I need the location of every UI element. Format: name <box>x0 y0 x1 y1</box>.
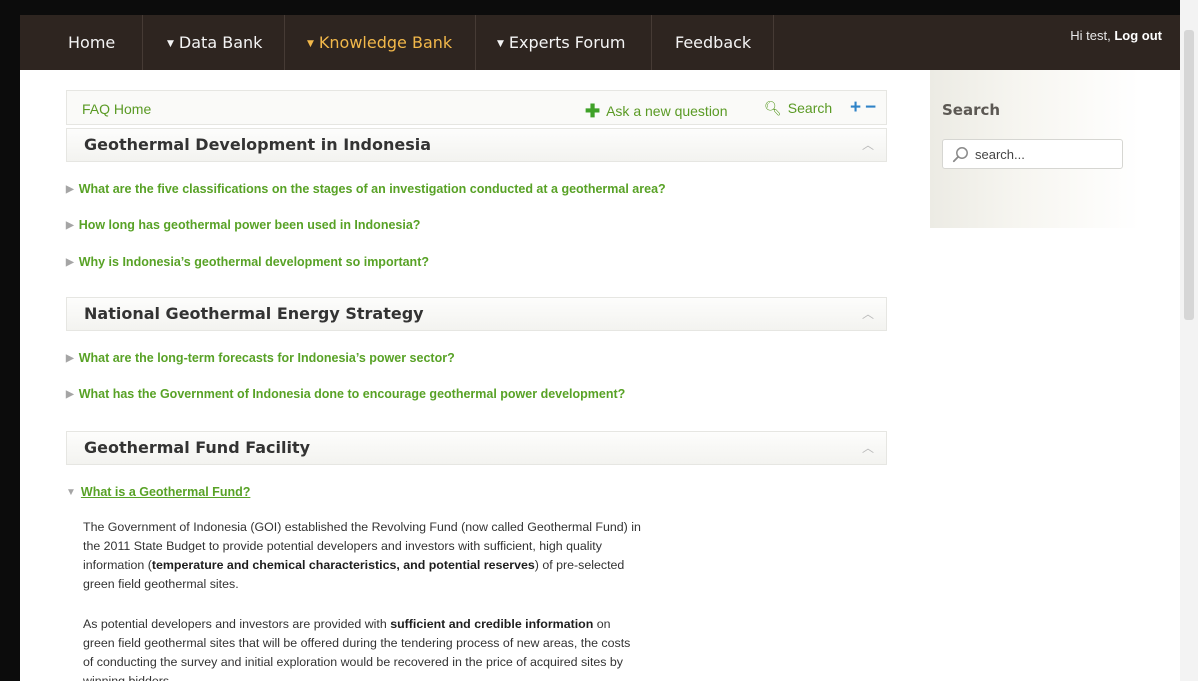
chevron-up-icon[interactable]: ︿ <box>862 305 874 322</box>
user-box: Hi test, Log out <box>1070 28 1162 43</box>
nav-divider <box>284 15 285 70</box>
add-icon: ✚ <box>585 101 601 121</box>
answer-bold-text: temperature and chemical characteristics… <box>151 558 535 572</box>
collapse-all-button[interactable]: − <box>865 97 876 119</box>
ask-question-link[interactable]: ✚ Ask a new question <box>585 100 728 121</box>
caret-down-icon: ▼ <box>167 39 174 49</box>
nav-knowledge-bank-label: Knowledge Bank <box>318 33 453 52</box>
chevron-up-icon[interactable]: ︿ <box>862 136 874 153</box>
faq-question-expanded[interactable]: ▼ What is a Geothermal Fund? <box>66 485 250 499</box>
user-greeting: Hi test, <box>1070 28 1111 43</box>
faq-category-header[interactable]: Geothermal Fund Facility ︿ <box>66 431 887 465</box>
faq-answer-paragraph: The Government of Indonesia (GOI) establ… <box>83 518 643 594</box>
question-text: What are the long-term forecasts for Ind… <box>78 351 455 365</box>
question-text: How long has geothermal power been used … <box>78 218 421 232</box>
triangle-down-icon: ▼ <box>66 487 76 498</box>
faq-search-label: Search <box>787 100 833 116</box>
top-navbar: Home ▼ Data Bank ▼ Knowledge Bank ▼ Experts… <box>20 15 1180 70</box>
triangle-right-icon: ▶ <box>66 353 74 364</box>
category-title: Geothermal Fund Facility <box>84 438 311 457</box>
nav-knowledge-bank[interactable]: ▼ Knowledge Bank <box>307 15 452 70</box>
faq-question[interactable]: ▶ What has the Government of Indonesia do… <box>66 387 625 401</box>
category-title: Geothermal Development in Indonesia <box>84 135 432 154</box>
faq-toolbar: FAQ Home ✚ Ask a new question 🔍︎ Search + … <box>66 90 887 125</box>
chevron-up-icon[interactable]: ︿ <box>862 439 874 456</box>
answer-text: As potential developers and investors ar… <box>83 617 391 631</box>
nav-experts-forum-label: Experts Forum <box>508 33 626 52</box>
nav-feedback[interactable]: Feedback <box>675 15 751 70</box>
question-text: What is a Geothermal Fund? <box>80 485 251 499</box>
faq-question[interactable]: ▶ Why is Indonesia’s geothermal developme… <box>66 255 429 269</box>
faq-question[interactable]: ▶ What are the long-term forecasts for In… <box>66 351 455 365</box>
faq-category-header[interactable]: National Geothermal Energy Strategy ︿ <box>66 297 887 331</box>
faq-category-header[interactable]: Geothermal Development in Indonesia ︿ <box>66 128 887 162</box>
browser-page: Home ▼ Data Bank ▼ Knowledge Bank ▼ Experts… <box>20 15 1180 681</box>
ask-question-label: Ask a new question <box>606 103 728 119</box>
triangle-right-icon: ▶ <box>66 184 74 195</box>
sidebar-title: Search <box>942 101 1001 119</box>
triangle-right-icon: ▶ <box>66 389 74 400</box>
faq-question[interactable]: ▶ What are the five classifications on th… <box>66 182 666 196</box>
search-icon: 🔍︎ <box>764 100 782 116</box>
sidebar-search-box[interactable] <box>942 139 1123 169</box>
expand-all-button[interactable]: + <box>850 97 861 119</box>
nav-divider <box>773 15 774 70</box>
sidebar-search-panel: Search <box>930 70 1140 228</box>
category-title: National Geothermal Energy Strategy <box>84 304 424 323</box>
caret-down-icon: ▼ <box>307 39 314 49</box>
nav-home[interactable]: Home <box>68 15 115 70</box>
triangle-right-icon: ▶ <box>66 257 74 268</box>
nav-home-label: Home <box>68 33 116 52</box>
nav-data-bank[interactable]: ▼ Data Bank <box>167 15 262 70</box>
nav-data-bank-label: Data Bank <box>178 33 263 52</box>
logout-link[interactable]: Log out <box>1114 28 1162 43</box>
faq-question[interactable]: ▶ How long has geothermal power been used… <box>66 218 420 232</box>
scrollbar-thumb[interactable] <box>1184 30 1194 320</box>
search-icon <box>952 147 968 163</box>
scrollbar[interactable] <box>1180 0 1198 681</box>
faq-search-link[interactable]: 🔍︎ Search <box>764 100 832 117</box>
nav-divider <box>142 15 143 70</box>
question-text: Why is Indonesia’s geothermal developmen… <box>78 255 429 269</box>
nav-experts-forum[interactable]: ▼ Experts Forum <box>497 15 626 70</box>
caret-down-icon: ▼ <box>497 39 504 49</box>
question-text: What are the five classifications on the… <box>78 182 666 196</box>
triangle-right-icon: ▶ <box>66 220 74 231</box>
question-text: What has the Government of Indonesia don… <box>78 387 626 401</box>
faq-answer-paragraph: As potential developers and investors ar… <box>83 615 643 681</box>
nav-divider <box>651 15 652 70</box>
nav-divider <box>475 15 476 70</box>
answer-bold-text: sufficient and credible information <box>390 617 594 631</box>
search-input[interactable] <box>975 144 1115 164</box>
nav-feedback-label: Feedback <box>675 33 752 52</box>
faq-home-link[interactable]: FAQ Home <box>82 101 151 117</box>
